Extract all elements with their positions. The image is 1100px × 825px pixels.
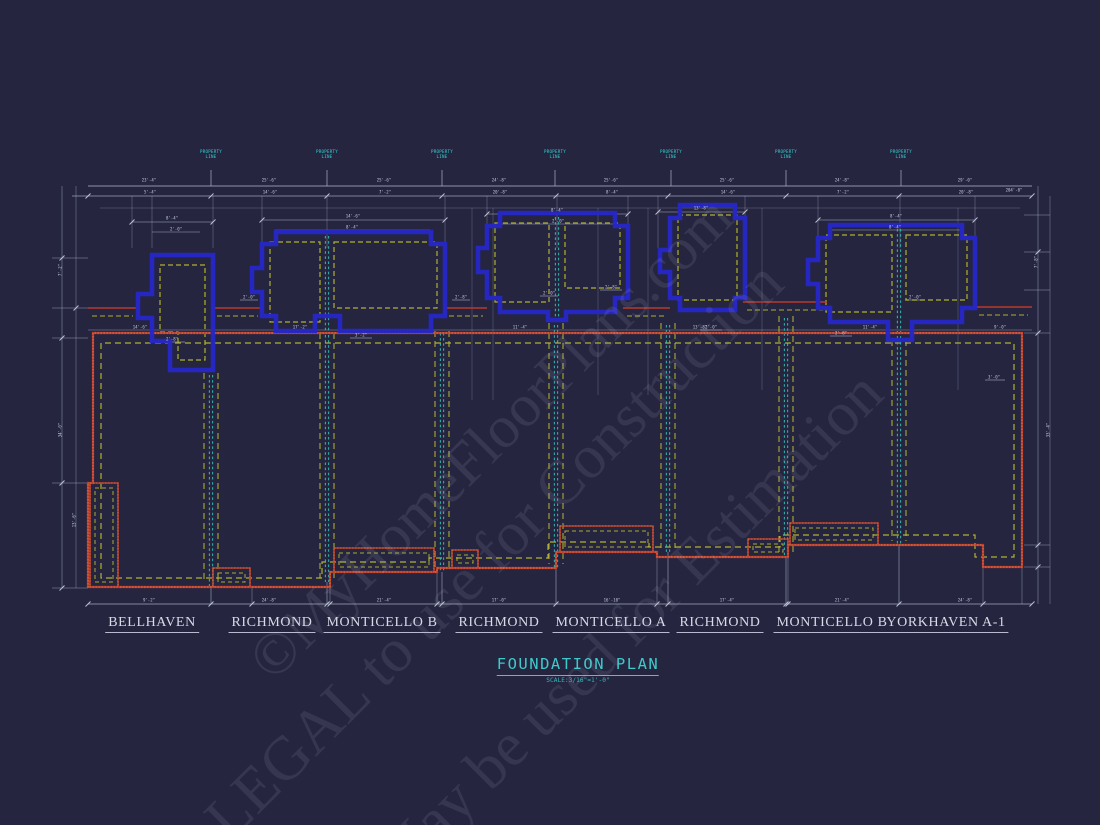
party-wall-lines (208, 217, 902, 587)
foundation-plan-sheet: FOUNDATION PLAN SCALE:3/16"=1'-0" PROPER… (0, 0, 1100, 825)
foundation-perimeter (86, 331, 1024, 589)
front-wall-lines (88, 301, 1032, 309)
foundation-plan-drawing (52, 170, 1051, 607)
